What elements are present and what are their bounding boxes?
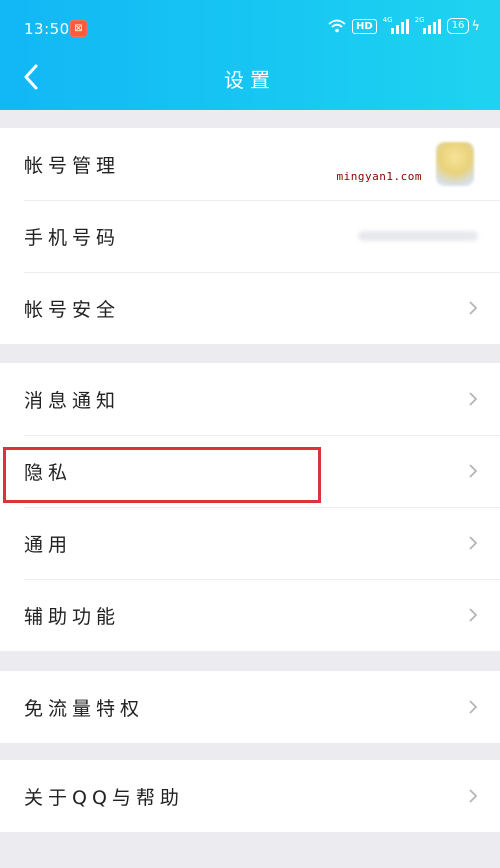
masked-phone-value [358, 231, 478, 241]
settings-item-label: 手机号码 [24, 226, 121, 249]
settings-item-data-free-privilege[interactable]: 免流量特权 [0, 671, 500, 743]
settings-item-account-security[interactable]: 帐号安全 [0, 272, 500, 344]
settings-group-account: 帐号管理 手机号码 帐号安全 [0, 128, 500, 344]
avatar [436, 142, 474, 186]
chevron-right-icon [469, 301, 478, 315]
settings-item-label: 帐号管理 [24, 154, 121, 177]
settings-item-message-notification[interactable]: 消息通知 [0, 363, 500, 435]
watermark-text: mingyan1.com [336, 170, 422, 183]
settings-group-general: 消息通知 隐私 通用 辅助功能 [0, 363, 500, 651]
settings-item-label: 辅助功能 [24, 605, 121, 628]
signal-2g-icon: 2G [415, 16, 441, 34]
wifi-icon [328, 19, 346, 33]
header-bar: 13:50 ⊠ HD 4G 2G 16 ϟ 设置 [0, 0, 500, 110]
settings-group-about: 关于QQ与帮助 [0, 760, 500, 832]
hd-badge: HD [352, 18, 377, 34]
settings-item-accessibility[interactable]: 辅助功能 [0, 579, 500, 651]
settings-item-label: 关于QQ与帮助 [24, 786, 184, 809]
chevron-right-icon [469, 536, 478, 550]
settings-item-label: 帐号安全 [24, 298, 121, 321]
settings-item-about-qq-help[interactable]: 关于QQ与帮助 [0, 760, 500, 832]
status-icons: HD 4G 2G 16 ϟ [328, 16, 480, 34]
battery-level: 16 [446, 18, 470, 34]
settings-group-data: 免流量特权 [0, 671, 500, 743]
page-title: 设置 [224, 68, 276, 92]
signal-4g-icon: 4G [383, 16, 409, 34]
chevron-right-icon [469, 700, 478, 714]
status-time: 13:50 [24, 20, 70, 38]
settings-item-general[interactable]: 通用 [0, 507, 500, 579]
settings-item-label: 免流量特权 [24, 697, 145, 720]
settings-item-label: 通用 [24, 533, 73, 556]
chevron-right-icon [469, 464, 478, 478]
chevron-right-icon [469, 608, 478, 622]
chevron-right-icon [469, 789, 478, 803]
settings-item-phone-number[interactable]: 手机号码 [0, 200, 500, 272]
settings-item-account-management[interactable]: 帐号管理 [0, 128, 500, 200]
chevron-right-icon [469, 392, 478, 406]
highlight-box [3, 447, 321, 503]
charging-icon: ϟ [471, 18, 480, 34]
settings-item-label: 消息通知 [24, 389, 121, 412]
battery-icon: 16 ϟ [446, 18, 480, 34]
toutiao-app-icon: ⊠ [70, 20, 87, 37]
